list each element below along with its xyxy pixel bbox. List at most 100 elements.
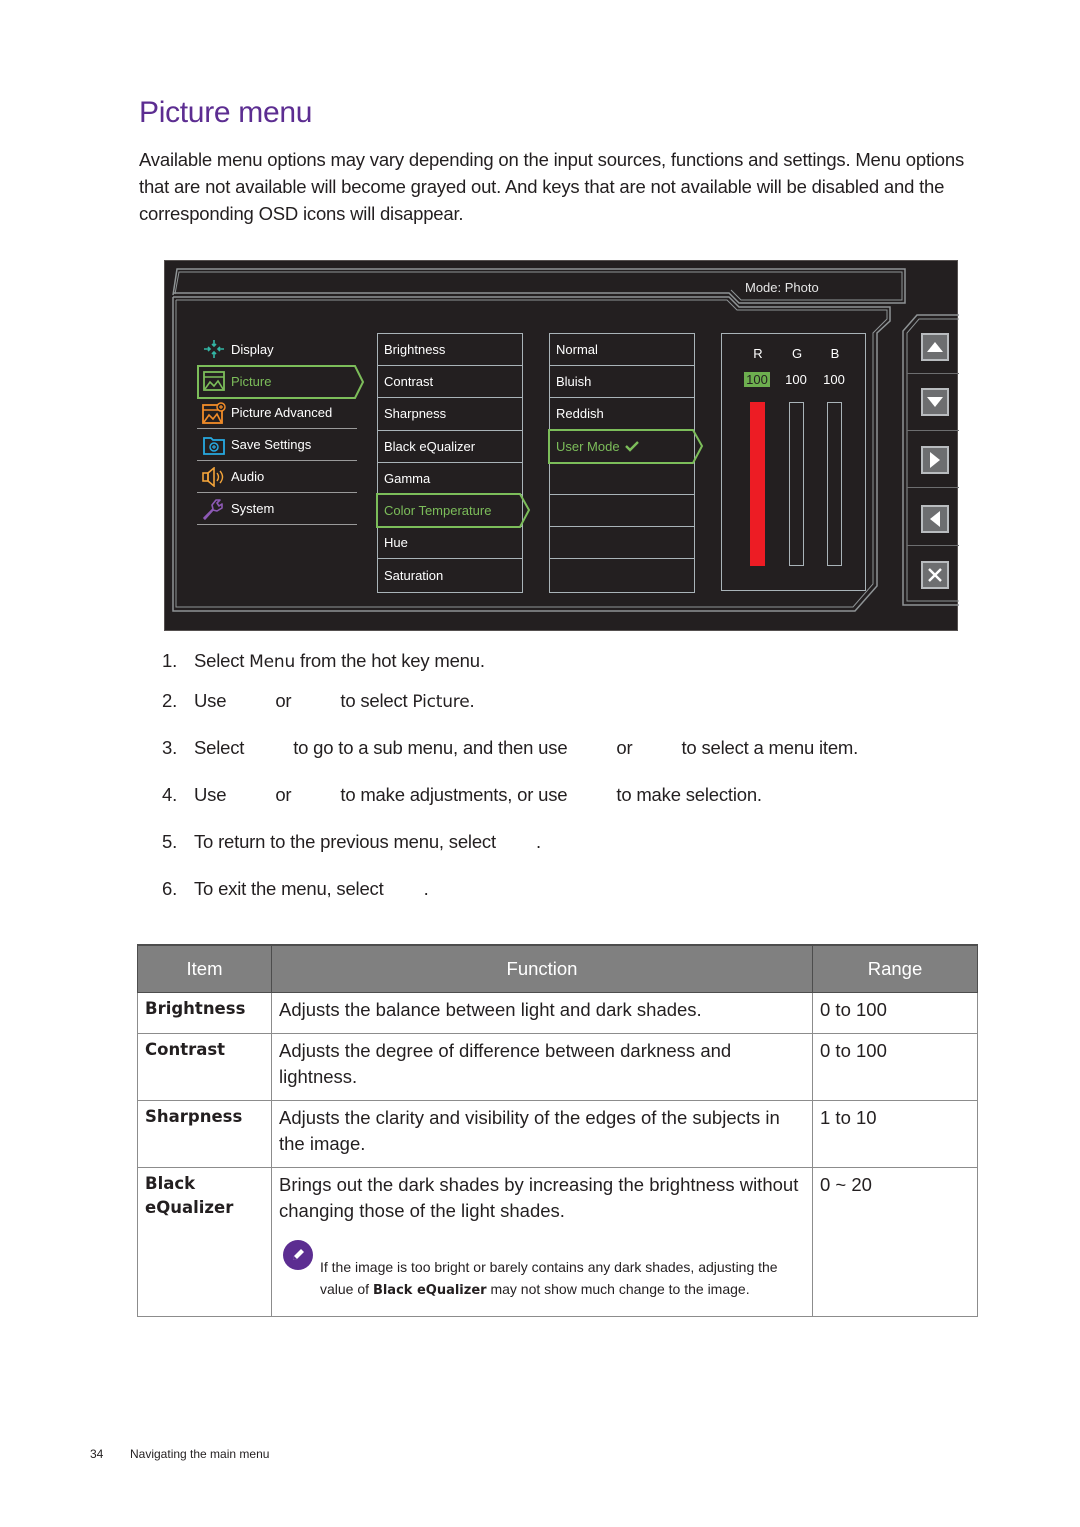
close-key-button[interactable] — [921, 561, 949, 589]
sub-menu-item-color-temperature[interactable]: Color Temperature — [376, 492, 531, 528]
step-number: 1. — [162, 650, 178, 671]
main-menu-item-picture[interactable]: Picture — [197, 365, 365, 399]
right-key-button[interactable] — [921, 446, 949, 474]
step-number: 6. — [162, 878, 178, 899]
channel-value-r[interactable]: 100 — [744, 372, 770, 387]
step-number: 2. — [162, 690, 178, 711]
option-normal[interactable]: Normal — [550, 334, 694, 367]
step-text: or — [275, 690, 292, 711]
sub-menu-item-hue[interactable]: Hue — [378, 527, 522, 560]
sub-menu-item-gamma[interactable]: Gamma — [378, 463, 522, 495]
option-empty — [550, 527, 694, 560]
step-text: Select — [194, 737, 245, 758]
sub-menu-label: Color Temperature — [384, 503, 492, 519]
sub-menu-item-brightness[interactable]: Brightness — [378, 334, 522, 367]
option-reddish[interactable]: Reddish — [550, 398, 694, 431]
table-row: Sharpness Adjusts the clarity and visibi… — [137, 1099, 978, 1168]
step-text: Use — [194, 690, 227, 711]
table-row: Black eQualizer Brings out the dark shad… — [137, 1166, 978, 1317]
step-1: 1. Select Menu from the hot key menu. — [162, 650, 485, 672]
option-user-mode[interactable]: User Mode — [548, 428, 704, 464]
step-text: to make selection. — [616, 784, 762, 805]
sub-menu-item-black-equalizer[interactable]: Black eQualizer — [378, 431, 522, 463]
step-2: 2. Use or to select Picture. — [162, 690, 475, 712]
channel-label-b: B — [830, 346, 840, 361]
system-icon — [201, 498, 227, 520]
key-divider — [907, 430, 959, 431]
step-text: to select — [340, 690, 413, 711]
option-empty — [550, 495, 694, 528]
main-menu-item-system[interactable]: System — [197, 493, 357, 525]
note-keyword: Black eQualizer — [372, 1282, 487, 1298]
table-row: Contrast Adjusts the degree of differenc… — [137, 1032, 978, 1101]
column-header-function: Function — [271, 944, 813, 993]
main-menu-label: System — [231, 501, 275, 516]
page-footer: 34 Navigating the main menu — [90, 1447, 269, 1461]
step-5: 5. To return to the previous menu, select… — [162, 831, 541, 853]
slider-g[interactable] — [789, 402, 804, 566]
picture-advanced-icon — [201, 401, 227, 424]
main-menu-label: Picture Advanced — [231, 405, 333, 420]
slider-r-fill — [751, 403, 764, 565]
up-key-button[interactable] — [921, 333, 949, 361]
range-cell: 1 to 10 — [812, 1099, 978, 1168]
slider-r[interactable] — [750, 402, 765, 566]
osd-screenshot: Mode: Photo Display Picture Picture Adva… — [164, 260, 959, 631]
triangle-right-icon — [930, 452, 940, 468]
step-text: To exit the menu, select — [194, 878, 384, 899]
slider-b[interactable] — [827, 402, 842, 566]
main-menu-item-save-settings[interactable]: Save Settings — [197, 429, 357, 461]
main-menu-item-picture-advanced[interactable]: Picture Advanced — [197, 397, 357, 429]
triangle-down-icon — [927, 397, 943, 407]
main-menu-label: Save Settings — [231, 437, 312, 452]
key-divider — [907, 487, 959, 488]
table-header-row: Item Function Range — [137, 944, 978, 993]
function-cell: Adjusts the balance between light and da… — [271, 991, 813, 1034]
step-number: 5. — [162, 831, 178, 852]
triangle-up-icon — [927, 342, 943, 352]
option-empty — [550, 463, 694, 495]
key-divider — [907, 373, 959, 374]
footer-section: Navigating the main menu — [130, 1447, 270, 1461]
step-text: or — [275, 784, 292, 805]
channel-value-b[interactable]: 100 — [821, 372, 847, 387]
key-divider — [907, 545, 959, 546]
page-title: Picture menu — [139, 96, 313, 129]
step-text: to make adjustments, or use — [340, 784, 568, 805]
intro-paragraph: Available menu options may vary dependin… — [139, 149, 965, 224]
column-header-item: Item — [137, 944, 272, 993]
step-keyword: Menu — [249, 652, 296, 672]
function-cell: Adjusts the clarity and visibility of th… — [271, 1099, 813, 1168]
function-cell: Brings out the dark shades by increasing… — [271, 1166, 813, 1317]
page-number: 34 — [90, 1447, 104, 1461]
note-box: If the image is too bright or barely con… — [279, 1239, 805, 1306]
step-number: 3. — [162, 737, 178, 758]
step-text: to go to a sub menu, and then use — [293, 737, 568, 758]
step-3: 3. Select to go to a sub menu, and then us… — [162, 737, 858, 759]
option-label: User Mode — [556, 438, 620, 454]
item-cell: Contrast — [137, 1032, 272, 1101]
down-key-button[interactable] — [921, 388, 949, 416]
sub-menu-item-saturation[interactable]: Saturation — [378, 559, 522, 591]
item-cell: Sharpness — [137, 1099, 272, 1168]
main-menu-item-audio[interactable]: Audio — [197, 461, 357, 493]
rgb-adjust-panel: R G B 100 100 100 — [721, 333, 866, 591]
sub-menu-item-contrast[interactable]: Contrast — [378, 366, 522, 399]
range-cell: 0 to 100 — [812, 1032, 978, 1101]
step-text: to select a menu item. — [681, 737, 859, 758]
function-cell: Adjusts the degree of difference between… — [271, 1032, 813, 1101]
channel-value-g[interactable]: 100 — [783, 372, 809, 387]
main-menu-item-display[interactable]: Display — [197, 333, 357, 365]
note-text-part: may not show much change to the image. — [486, 1280, 750, 1297]
channel-label-g: G — [791, 346, 803, 361]
sub-menu-item-sharpness[interactable]: Sharpness — [378, 398, 522, 431]
left-key-button[interactable] — [921, 505, 949, 533]
mode-label: Mode: Photo — [745, 280, 819, 295]
step-4: 4. Use or to make adjustments, or use to mak… — [162, 784, 762, 806]
option-bluish[interactable]: Bluish — [550, 366, 694, 399]
triangle-left-icon — [930, 511, 940, 527]
checkmark-icon — [624, 441, 639, 452]
osd-key-panel — [903, 313, 959, 605]
table-row: Brightness Adjusts the balance between l… — [137, 991, 978, 1034]
step-text: . — [469, 690, 475, 711]
